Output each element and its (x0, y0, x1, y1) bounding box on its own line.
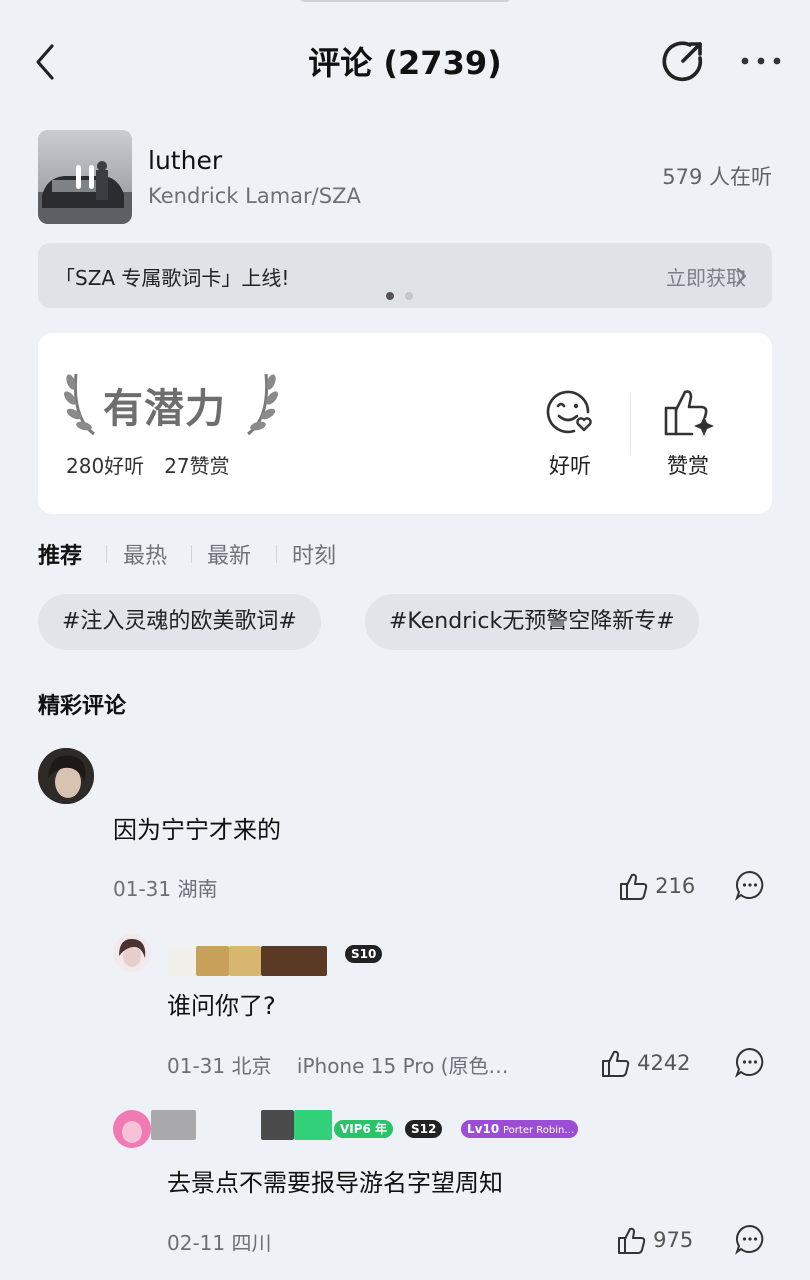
comment-meta: 02-11 四川 (167, 1231, 272, 1255)
level-text: Lv10 (467, 1122, 500, 1136)
comment-text: 去景点不需要报导游名字望周知 (167, 1169, 503, 1197)
username-redacted (261, 946, 327, 976)
tab-recommended[interactable]: 推荐 (38, 538, 82, 570)
banner-text: 「SZA 专属歌词卡」上线! (55, 266, 290, 290)
tab-separator (191, 545, 192, 563)
comment-meta: 01-31 北京 iPhone 15 Pro (原色… (167, 1054, 509, 1078)
section-title: 精彩评论 (38, 694, 127, 719)
tab-separator (276, 545, 277, 563)
pause-icon (76, 165, 94, 189)
comment-text: 因为宁宁才来的 (113, 816, 281, 844)
more-button[interactable] (738, 44, 784, 78)
topic-tag[interactable]: #注入灵魂的欧美歌词# (38, 594, 321, 650)
good-listen-button[interactable] (540, 382, 600, 442)
smile-heart-icon (546, 390, 592, 434)
thumbs-up-sparkle-icon (664, 390, 714, 436)
carousel-dot-active (386, 292, 394, 300)
tab-hottest[interactable]: 最热 (123, 538, 167, 570)
song-title[interactable]: luther (148, 146, 222, 175)
level-owner: Porter Robin… (503, 1125, 575, 1136)
more-horizontal-icon (741, 57, 781, 65)
username-redacted (261, 1110, 294, 1140)
avatar-image (113, 934, 151, 972)
song-artist[interactable]: Kendrick Lamar/SZA (148, 184, 361, 208)
divider (630, 393, 631, 455)
avatar[interactable] (113, 934, 151, 972)
tab-moments[interactable]: 时刻 (292, 538, 336, 570)
comment-meta: 01-31 湖南 (113, 877, 218, 901)
like-button[interactable]: 216 (618, 870, 695, 902)
share-button[interactable] (660, 38, 706, 84)
chevron-right-icon (736, 267, 747, 285)
thumbs-up-icon (618, 1227, 646, 1254)
season-badge: S10 (345, 945, 383, 963)
username-redacted (151, 1110, 196, 1140)
topic-tag[interactable]: #Kendrick无预警空降新专# (365, 594, 699, 650)
like-count: 975 (653, 1228, 694, 1252)
reply-button[interactable] (734, 1223, 766, 1259)
thumbs-up-icon (602, 1050, 630, 1077)
vip-badge: VIP6 年 (334, 1120, 394, 1138)
username-redacted (294, 1110, 332, 1140)
reply-button[interactable] (734, 869, 766, 905)
tab-newest[interactable]: 最新 (207, 538, 251, 570)
season-badge: S12 (405, 1120, 443, 1138)
comment-bubble-icon (735, 870, 764, 901)
listener-count: 579 人在听 (662, 165, 772, 189)
tip-label: 赞赏 (667, 454, 709, 478)
like-button[interactable]: 975 (616, 1224, 693, 1256)
potential-stats: 280好听 27赞赏 (66, 450, 230, 479)
reply-button[interactable] (734, 1046, 766, 1082)
carousel-dot (405, 292, 413, 300)
avatar-image (113, 1110, 151, 1148)
status-indicator (300, 0, 510, 2)
laurel-right-icon (247, 373, 278, 436)
avatar[interactable] (113, 1110, 151, 1148)
username-redacted (229, 946, 261, 976)
laurel-left-icon (64, 373, 95, 436)
username-redacted (196, 946, 229, 976)
good-listen-label: 好听 (549, 454, 591, 478)
level-badge: Lv10 Porter Robin… (461, 1120, 579, 1138)
avatar-image (38, 748, 94, 804)
like-count: 4242 (637, 1051, 691, 1075)
tip-count: 27赞赏 (164, 454, 230, 478)
username-redacted (168, 946, 196, 976)
avatar[interactable] (38, 748, 94, 804)
listen-count: 280好听 (66, 454, 145, 478)
comment-bubble-icon (735, 1047, 764, 1078)
like-button[interactable]: 4242 (600, 1047, 691, 1079)
tab-separator (106, 545, 107, 563)
share-icon (662, 41, 703, 82)
album-cover[interactable] (38, 130, 132, 224)
potential-badge: 有潜力 (103, 386, 226, 432)
comment-text: 谁问你了? (167, 992, 276, 1020)
like-count: 216 (655, 874, 696, 898)
thumbs-up-icon (620, 873, 648, 900)
tip-button[interactable] (660, 382, 720, 442)
comment-bubble-icon (735, 1224, 764, 1255)
